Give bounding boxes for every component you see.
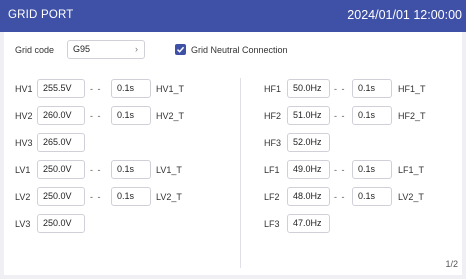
value-input[interactable]: 47.0Hz bbox=[287, 214, 330, 233]
page-title: GRID PORT bbox=[8, 9, 74, 21]
tag-label: HF2_T bbox=[398, 111, 426, 121]
dash-separator: - - bbox=[90, 192, 102, 202]
tag-label: HV1_T bbox=[156, 84, 185, 94]
value-input[interactable]: 265.0V bbox=[37, 133, 85, 152]
time-input[interactable]: 0.1s bbox=[111, 187, 151, 206]
grid-code-label: Grid code bbox=[15, 45, 55, 55]
dash-separator: - - bbox=[334, 192, 346, 202]
value-input[interactable]: 50.0Hz bbox=[287, 79, 330, 98]
dash-separator: - - bbox=[334, 84, 346, 94]
value-input[interactable]: 51.0Hz bbox=[287, 106, 330, 125]
tag-label: LF1_T bbox=[398, 165, 425, 175]
grid-code-select[interactable]: G95 › bbox=[67, 40, 145, 59]
time-input[interactable]: 0.1s bbox=[111, 160, 151, 179]
dash-separator: - - bbox=[334, 165, 346, 175]
row-label: HV3 bbox=[15, 138, 33, 148]
value-input[interactable]: 260.0V bbox=[37, 106, 85, 125]
grid-code-value: G95 bbox=[73, 44, 91, 54]
time-input[interactable]: 0.1s bbox=[111, 79, 151, 98]
tag-label: HV2_T bbox=[156, 111, 185, 121]
row-label: LF1 bbox=[264, 165, 280, 175]
chevron-right-icon: › bbox=[135, 44, 138, 54]
row-label: HF3 bbox=[264, 138, 282, 148]
grid-neutral-checkbox[interactable] bbox=[175, 44, 186, 55]
value-input[interactable]: 250.0V bbox=[37, 160, 85, 179]
check-icon bbox=[176, 46, 185, 53]
tag-label: LV1_T bbox=[156, 165, 182, 175]
tag-label: LV2_T bbox=[156, 192, 182, 202]
value-input[interactable]: 250.0V bbox=[37, 214, 85, 233]
time-input[interactable]: 0.1s bbox=[352, 160, 392, 179]
value-input[interactable]: 49.0Hz bbox=[287, 160, 330, 179]
value-input[interactable]: 250.0V bbox=[37, 187, 85, 206]
row-label: HV2 bbox=[15, 111, 33, 121]
column-divider bbox=[240, 78, 241, 268]
row-label: LF2 bbox=[264, 192, 280, 202]
row-label: LF3 bbox=[264, 219, 280, 229]
row-label: LV3 bbox=[15, 219, 31, 229]
tag-label: LV2_T bbox=[398, 192, 424, 202]
time-input[interactable]: 0.1s bbox=[352, 106, 392, 125]
tag-label: HF1_T bbox=[398, 84, 426, 94]
settings-panel: Grid code G95 › Grid Neutral Connection … bbox=[4, 32, 462, 275]
time-input[interactable]: 0.1s bbox=[352, 79, 392, 98]
datetime-display: 2024/01/01 12:00:00 bbox=[347, 8, 462, 22]
dash-separator: - - bbox=[90, 84, 102, 94]
value-input[interactable]: 255.5V bbox=[37, 79, 85, 98]
row-label: HF2 bbox=[264, 111, 282, 121]
row-label: LV1 bbox=[15, 165, 31, 175]
row-label: LV2 bbox=[15, 192, 31, 202]
dash-separator: - - bbox=[90, 111, 102, 121]
dash-separator: - - bbox=[334, 111, 346, 121]
value-input[interactable]: 48.0Hz bbox=[287, 187, 330, 206]
value-input[interactable]: 52.0Hz bbox=[287, 133, 330, 152]
dash-separator: - - bbox=[90, 165, 102, 175]
time-input[interactable]: 0.1s bbox=[352, 187, 392, 206]
grid-neutral-label: Grid Neutral Connection bbox=[191, 45, 288, 55]
title-bar: GRID PORT 2024/01/01 12:00:00 bbox=[0, 0, 466, 32]
page-indicator: 1/2 bbox=[445, 259, 458, 269]
row-label: HV1 bbox=[15, 84, 33, 94]
row-label: HF1 bbox=[264, 84, 282, 94]
time-input[interactable]: 0.1s bbox=[111, 106, 151, 125]
